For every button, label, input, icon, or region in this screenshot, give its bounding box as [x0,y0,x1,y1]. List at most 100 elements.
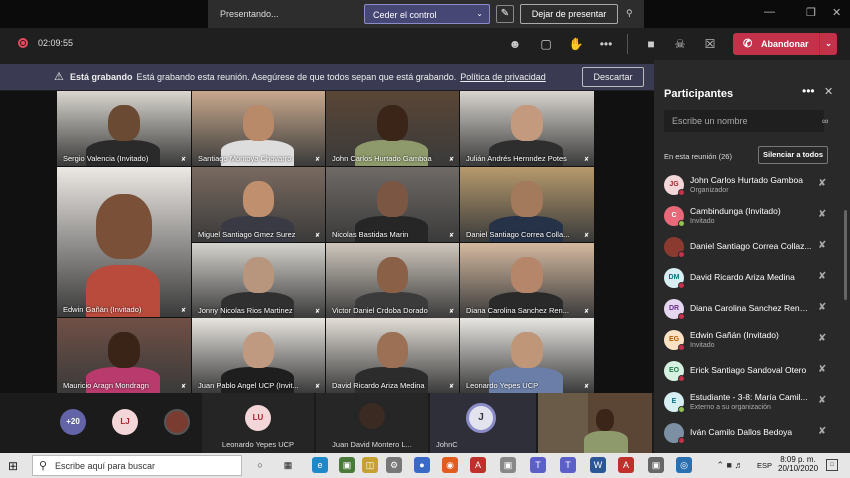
mic-off-icon[interactable]: ✘ [818,333,826,344]
mic-off-icon[interactable]: ✘ [818,395,826,406]
avatar [164,409,190,435]
mic-off-icon[interactable]: ✘ [818,364,826,375]
edge-icon[interactable]: e [312,457,328,473]
video-tile[interactable]: Mauricio Aragn Mondragn ✘ [57,318,191,393]
video-tile[interactable]: John Carlos Hurtado Gamboa ✘ [326,91,459,166]
presence-status-icon [678,406,685,413]
windows-start-icon[interactable]: ⊞ [8,459,18,473]
participant-row[interactable]: C Cambindunga (Invitado) Invitado ✘ [664,203,834,229]
mic-off-icon: ✘ [583,384,589,390]
chat-icon[interactable]: ▢ [536,34,556,54]
mic-off-icon[interactable]: ✘ [818,302,826,313]
avatar: J [466,403,496,433]
participant-row[interactable]: EO Erick Santiago Sandoval Otero ✘ [664,358,834,384]
more-actions-icon[interactable]: ••• [596,34,616,54]
mic-off-icon[interactable]: ✘ [818,271,826,282]
search-participants-input[interactable]: Escribe un nombre [664,110,824,132]
maximize-icon[interactable]: ❐ [806,6,816,19]
language-indicator[interactable]: ESP [757,461,772,470]
scrollbar[interactable] [844,210,847,300]
video-tile[interactable]: Juan Pablo Angel UCP (Invit... ✘ [192,318,325,393]
app-icon[interactable]: ▣ [339,457,355,473]
taskbar-search-placeholder: Escribe aquí para buscar [55,461,156,471]
avatar [359,403,385,429]
share-link-icon[interactable]: ∞ [822,116,828,126]
mic-off-icon[interactable]: ✘ [818,240,826,251]
system-tray-icons[interactable]: ⌃ ■ ♬ [706,457,754,473]
overflow-participants[interactable]: +20 [60,409,86,435]
participant-row[interactable]: DR Diana Carolina Sanchez Rengi... ✘ [664,296,834,322]
video-tile[interactable]: Julián Andrés Hernndez Potes ✘ [460,91,594,166]
pdf-icon[interactable]: A [470,457,486,473]
folder-icon[interactable]: ◫ [362,457,378,473]
sharing-toolbar: Presentando... Ceder el control ⌄ ✎ Dejar… [0,0,850,28]
annotate-icon[interactable]: ✎ [496,5,514,23]
mic-off-icon: ✘ [448,309,454,315]
stop-share-icon[interactable]: ☒ [700,34,720,54]
privacy-link[interactable]: Política de privacidad [460,72,546,82]
raise-hand-icon[interactable]: ✋ [566,34,586,54]
minimize-icon[interactable]: — [764,6,775,18]
video-tile[interactable]: Diana Carolina Sanchez Ren... ✘ [460,243,594,318]
task-view-icon[interactable]: ▦ [280,457,296,473]
video-tile[interactable]: Daniel Santiago Correa Colla... ✘ [460,167,594,242]
more-options-icon[interactable]: ••• [802,84,815,98]
teams-icon[interactable]: T [560,457,576,473]
pdf-icon[interactable]: A [618,457,634,473]
app-icon[interactable]: ▣ [500,457,516,473]
word-icon[interactable]: W [590,457,606,473]
give-control-dropdown[interactable]: Ceder el control ⌄ [364,4,490,24]
dismiss-button[interactable]: Descartar [582,67,644,87]
video-tile[interactable]: Nicolas Bastidas Marin ✘ [326,167,459,242]
banner-title: Está grabando [70,72,133,82]
camera-icon[interactable]: ■ [641,34,661,54]
mute-all-button[interactable]: Silenciar a todos [758,146,828,164]
cortana-icon[interactable]: ○ [252,457,268,473]
teams-icon[interactable]: T [530,457,546,473]
participant-row[interactable]: Daniel Santiago Correa Collaz... ✘ [664,234,834,260]
mic-off-icon: ✘ [314,384,320,390]
participant-row[interactable]: E Estudiante - 3-8: María Camil... Externo… [664,389,834,415]
bookshelf [538,393,588,453]
leave-button[interactable]: ✆ Abandonar ⌄ [733,33,837,55]
participant-name: John Carlos Hurtado Gamboa [690,175,803,185]
close-window-icon[interactable]: ✕ [832,6,841,19]
participant-name: Nicolas Bastidas Marin [332,230,409,239]
video-tile[interactable]: Edwin Gañán (Invitado) ✘ [57,167,191,317]
mic-off-icon[interactable]: ✘ [818,178,826,189]
participant-row[interactable]: JG John Carlos Hurtado Gamboa Organizador ✘ [664,172,834,198]
notifications-icon[interactable]: □ [826,459,838,471]
person-head [376,180,409,217]
firefox-icon[interactable]: ◉ [442,457,458,473]
participant-role: Externo a su organización [690,404,771,411]
close-icon[interactable]: ✕ [824,85,833,98]
video-tile[interactable]: Sergio Valencia (Invitado) ✘ [57,91,191,166]
mic-off-icon[interactable]: ✘ [818,209,826,220]
video-tile[interactable]: Santiago Montoya Chavarro ✘ [192,91,325,166]
in-meeting-header: En esta reunión (26) [664,152,732,161]
participant-row[interactable]: EG Edwin Gañán (Invitado) Invitado ✘ [664,327,834,353]
video-tile[interactable]: Leonardo Yepes UCP ✘ [460,318,594,393]
video-tile[interactable]: Victor Daniel Crdoba Dorado ✘ [326,243,459,318]
app-icon[interactable]: ◎ [676,457,692,473]
video-tile[interactable]: Jonny Nicolas Rios Martinez ✘ [192,243,325,318]
participant-row[interactable]: Iván Camilo Dallos Bedoya ✘ [664,420,834,446]
video-tile[interactable]: Miguel Santiago Gmez Surez ✘ [192,167,325,242]
search-icon: ⚲ [39,460,48,472]
clock[interactable]: 8:09 p. m. 20/10/2020 [778,455,818,473]
participant-row[interactable]: DM David Ricardo Ariza Medina ✘ [664,265,834,291]
presenting-status: Presentando... [220,9,279,19]
pin-icon[interactable]: ⚲ [626,8,633,19]
taskbar-search-input[interactable]: ⚲ Escribe aquí para buscar [32,455,242,476]
person-head [511,256,543,293]
stop-presenting-button[interactable]: Dejar de presentar [520,4,618,24]
mic-off-icon[interactable]: ✘ [818,426,826,437]
app-icon[interactable]: ▣ [648,457,664,473]
mic-off-icon[interactable]: ☠ [670,34,690,54]
video-tile[interactable]: David Ricardo Ariza Medina ✘ [326,318,459,393]
app-icon[interactable]: ⚙ [386,457,402,473]
app-icon[interactable]: ● [414,457,430,473]
chevron-down-icon[interactable]: ⌄ [819,33,837,55]
participants-icon[interactable]: ☻ [505,34,525,54]
participant-name: Victor Daniel Crdoba Dorado [332,306,428,315]
